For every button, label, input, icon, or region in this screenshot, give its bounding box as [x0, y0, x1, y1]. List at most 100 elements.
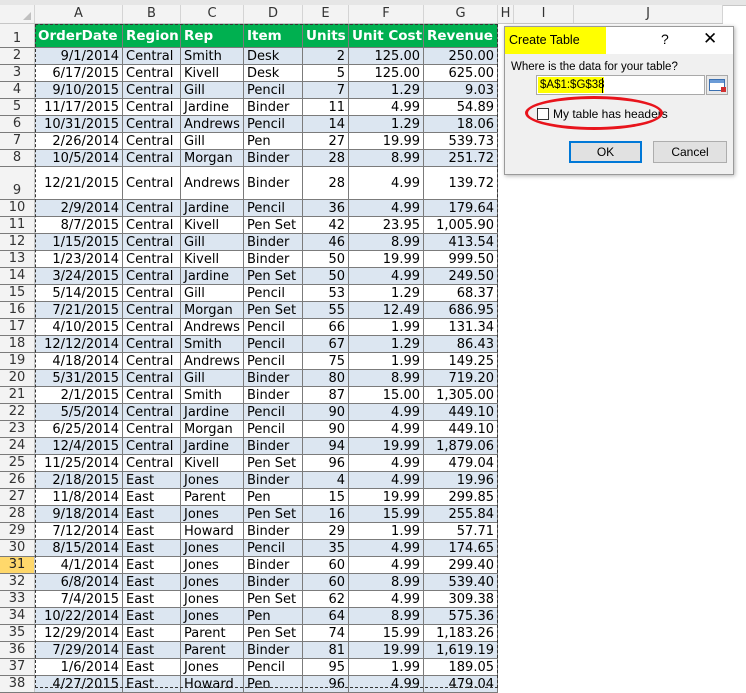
cell-item[interactable]: Pencil: [244, 540, 303, 556]
cell-unit-cost[interactable]: 4.99: [349, 99, 424, 115]
cell-revenue[interactable]: 255.84: [424, 506, 498, 522]
row-header[interactable]: 10: [0, 200, 35, 216]
cell-item[interactable]: Pencil: [244, 319, 303, 335]
cell-revenue[interactable]: 149.25: [424, 353, 498, 369]
cell-units[interactable]: 94: [303, 438, 349, 454]
cell-units[interactable]: 80: [303, 370, 349, 386]
cell-item[interactable]: Pencil: [244, 404, 303, 420]
cell-unit-cost[interactable]: 1.99: [349, 523, 424, 539]
cell-units[interactable]: 87: [303, 387, 349, 403]
cell-revenue[interactable]: 19.96: [424, 472, 498, 488]
cell-unit-cost[interactable]: 19.99: [349, 489, 424, 505]
cell-order-date[interactable]: 2/9/2014: [35, 200, 123, 216]
cell-rep[interactable]: Gill: [181, 285, 244, 301]
cell-rep[interactable]: Kivell: [181, 251, 244, 267]
cell-units[interactable]: 2: [303, 48, 349, 64]
cell-item[interactable]: Binder: [244, 99, 303, 115]
cell-item[interactable]: Pencil: [244, 353, 303, 369]
cell-unit-cost[interactable]: 19.99: [349, 133, 424, 149]
cell-item[interactable]: Pencil: [244, 336, 303, 352]
cell-item[interactable]: Pen Set: [244, 625, 303, 641]
cell-order-date[interactable]: 12/12/2014: [35, 336, 123, 352]
cell-order-date[interactable]: 6/25/2014: [35, 421, 123, 437]
cell-item[interactable]: Binder: [244, 167, 303, 199]
cell-item[interactable]: Binder: [244, 574, 303, 590]
cell-units[interactable]: 96: [303, 676, 349, 692]
cell-units[interactable]: 90: [303, 404, 349, 420]
header-order-date[interactable]: OrderDate: [35, 24, 123, 47]
cell-units[interactable]: 4: [303, 472, 349, 488]
cell-unit-cost[interactable]: 1.29: [349, 285, 424, 301]
row-header[interactable]: 31: [0, 557, 35, 573]
cell-units[interactable]: 96: [303, 455, 349, 471]
cell-rep[interactable]: Gill: [181, 370, 244, 386]
cell-rep[interactable]: Jardine: [181, 438, 244, 454]
ok-button[interactable]: OK: [569, 141, 642, 163]
cell-unit-cost[interactable]: 19.99: [349, 642, 424, 658]
row-header[interactable]: 17: [0, 319, 35, 335]
cell-units[interactable]: 60: [303, 557, 349, 573]
row-header[interactable]: 16: [0, 302, 35, 318]
range-input[interactable]: $A$1:$G$38: [536, 75, 705, 95]
header-units[interactable]: Units: [303, 24, 349, 47]
cell-unit-cost[interactable]: 23.95: [349, 217, 424, 233]
cell-unit-cost[interactable]: 8.99: [349, 574, 424, 590]
cell-rep[interactable]: Jardine: [181, 404, 244, 420]
cell-item[interactable]: Pencil: [244, 421, 303, 437]
row-header[interactable]: 9: [0, 167, 35, 199]
cell-order-date[interactable]: 2/18/2015: [35, 472, 123, 488]
cell-item[interactable]: Binder: [244, 150, 303, 166]
cell-region[interactable]: East: [123, 523, 181, 539]
cell-item[interactable]: Desk: [244, 48, 303, 64]
cell-region[interactable]: Central: [123, 353, 181, 369]
cell-item[interactable]: Binder: [244, 472, 303, 488]
cell-revenue[interactable]: 1,005.90: [424, 217, 498, 233]
cell-revenue[interactable]: 299.40: [424, 557, 498, 573]
cell-region[interactable]: Central: [123, 302, 181, 318]
cell-revenue[interactable]: 131.34: [424, 319, 498, 335]
cell-region[interactable]: Central: [123, 167, 181, 199]
cell-item[interactable]: Pen: [244, 608, 303, 624]
cell-unit-cost[interactable]: 125.00: [349, 65, 424, 81]
cell-revenue[interactable]: 139.72: [424, 167, 498, 199]
column-header-j[interactable]: J: [574, 5, 723, 23]
cell-order-date[interactable]: 3/24/2015: [35, 268, 123, 284]
cell-rep[interactable]: Andrews: [181, 319, 244, 335]
cell-revenue[interactable]: 174.65: [424, 540, 498, 556]
header-unit-cost[interactable]: Unit Cost: [349, 24, 424, 47]
cell-unit-cost[interactable]: 19.99: [349, 438, 424, 454]
cell-order-date[interactable]: 9/1/2014: [35, 48, 123, 64]
row-header[interactable]: 37: [0, 659, 35, 675]
cell-rep[interactable]: Jones: [181, 472, 244, 488]
row-header[interactable]: 29: [0, 523, 35, 539]
cell-unit-cost[interactable]: 4.99: [349, 557, 424, 573]
column-header-i[interactable]: I: [514, 5, 574, 23]
row-header[interactable]: 4: [0, 82, 35, 98]
row-header[interactable]: 30: [0, 540, 35, 556]
cell-units[interactable]: 74: [303, 625, 349, 641]
cell-units[interactable]: 5: [303, 65, 349, 81]
cell-revenue[interactable]: 86.43: [424, 336, 498, 352]
cell-item[interactable]: Pencil: [244, 659, 303, 675]
cell-rep[interactable]: Jones: [181, 540, 244, 556]
cell-region[interactable]: Central: [123, 370, 181, 386]
cell-units[interactable]: 53: [303, 285, 349, 301]
cell-rep[interactable]: Morgan: [181, 150, 244, 166]
cell-revenue[interactable]: 1,305.00: [424, 387, 498, 403]
row-header[interactable]: 3: [0, 65, 35, 81]
cell-rep[interactable]: Jones: [181, 591, 244, 607]
cell-order-date[interactable]: 8/7/2015: [35, 217, 123, 233]
cell-region[interactable]: East: [123, 557, 181, 573]
cell-revenue[interactable]: 539.73: [424, 133, 498, 149]
cell-region[interactable]: Central: [123, 99, 181, 115]
cell-region[interactable]: Central: [123, 438, 181, 454]
cell-unit-cost[interactable]: 1.99: [349, 319, 424, 335]
cell-revenue[interactable]: 479.04: [424, 455, 498, 471]
cell-unit-cost[interactable]: 12.49: [349, 302, 424, 318]
cell-units[interactable]: 11: [303, 99, 349, 115]
cell-item[interactable]: Pen Set: [244, 268, 303, 284]
cell-revenue[interactable]: 539.40: [424, 574, 498, 590]
cell-units[interactable]: 75: [303, 353, 349, 369]
cell-unit-cost[interactable]: 8.99: [349, 608, 424, 624]
cell-item[interactable]: Pen Set: [244, 591, 303, 607]
